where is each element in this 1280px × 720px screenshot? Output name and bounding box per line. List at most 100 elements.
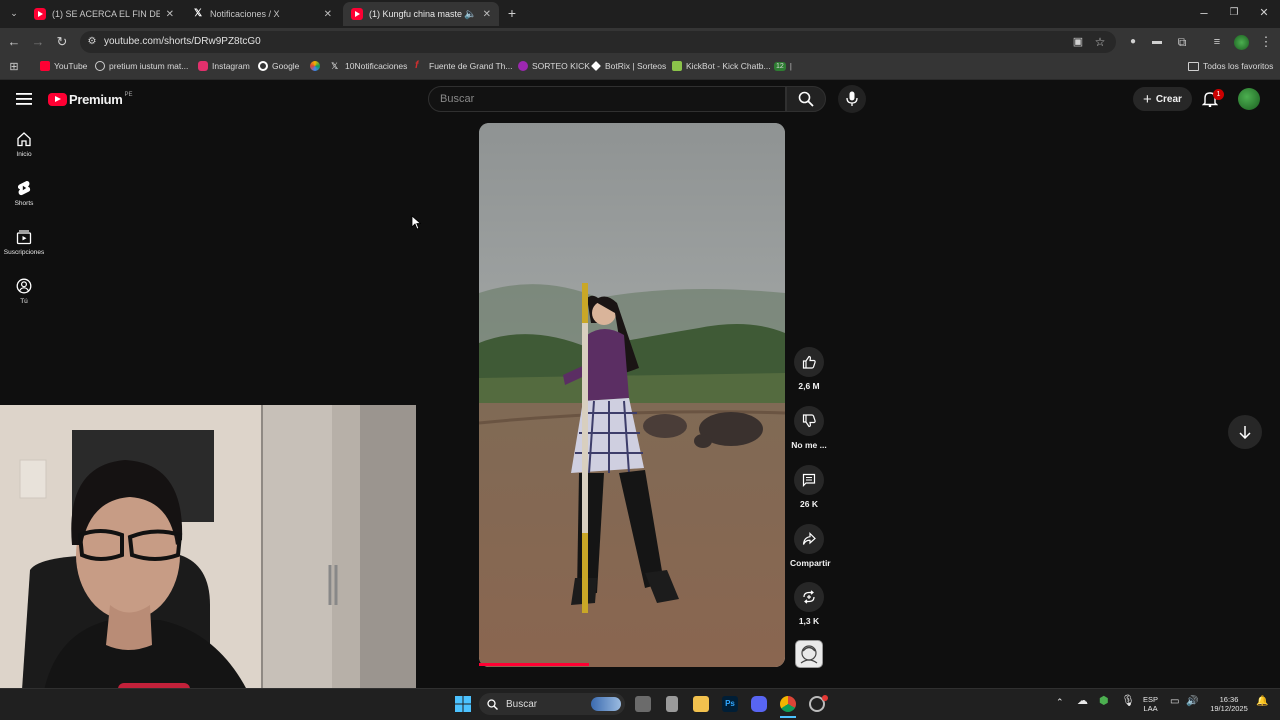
diamond-icon bbox=[591, 61, 601, 71]
window-close-icon[interactable]: ✕ bbox=[1256, 5, 1272, 21]
search-placeholder: Buscar bbox=[440, 93, 475, 105]
app-badge bbox=[822, 695, 828, 701]
discord-icon[interactable] bbox=[751, 696, 767, 712]
taskbar-search[interactable]: Buscar bbox=[479, 693, 625, 715]
bookmark-google[interactable]: Google bbox=[258, 61, 299, 71]
home-icon bbox=[17, 132, 31, 147]
youtube-premium-logo[interactable]: Premium PE bbox=[48, 92, 133, 107]
forward-icon[interactable]: → bbox=[30, 34, 46, 50]
microphone-tray-icon[interactable]: 🎙 bbox=[1121, 696, 1135, 707]
bookmark-label: Instagram bbox=[212, 61, 250, 71]
app-icon[interactable] bbox=[666, 696, 678, 712]
task-view-icon[interactable] bbox=[635, 696, 651, 712]
all-bookmarks[interactable]: Todos los favoritos bbox=[1188, 61, 1273, 71]
region-code: PE bbox=[124, 91, 133, 98]
sidebar-item-suscripciones[interactable]: Suscripciones bbox=[0, 229, 48, 256]
hamburger-menu-icon[interactable] bbox=[16, 92, 32, 111]
badge-icon: 12 bbox=[774, 61, 786, 71]
comment-count: 26 K bbox=[800, 499, 818, 509]
x-icon: 𝕏 bbox=[193, 8, 203, 19]
bookmark-x[interactable]: 𝕏 10Notificaciones bbox=[331, 61, 407, 71]
tray-chevron-icon[interactable]: ⌃ bbox=[1056, 698, 1064, 707]
tab-2[interactable]: 𝕏 Notificaciones / X ✕ bbox=[184, 2, 340, 26]
like-button[interactable]: 2,6 M bbox=[790, 347, 828, 391]
close-icon[interactable]: ✕ bbox=[166, 9, 174, 20]
close-icon[interactable]: ✕ bbox=[324, 9, 332, 20]
windows-start-icon[interactable] bbox=[455, 696, 471, 717]
bookmark-kickbot[interactable]: KickBot - Kick Chatb... bbox=[672, 61, 771, 71]
tab-search-icon[interactable]: ⌄ bbox=[6, 5, 22, 21]
clock[interactable]: 16:36 19/12/2025 bbox=[1206, 695, 1252, 713]
close-icon[interactable]: ✕ bbox=[483, 9, 491, 20]
onedrive-icon[interactable]: ☁ bbox=[1077, 696, 1088, 707]
voice-search-button[interactable] bbox=[838, 85, 866, 113]
photoshop-icon[interactable]: Ps bbox=[722, 696, 738, 712]
apps-grid-icon[interactable]: ⊞ bbox=[6, 59, 22, 75]
search-input[interactable] bbox=[428, 86, 786, 112]
share-button[interactable]: Compartir bbox=[790, 524, 831, 568]
search-icon bbox=[798, 91, 814, 107]
chrome-icon[interactable] bbox=[780, 696, 796, 712]
dislike-button[interactable]: No me ... bbox=[790, 406, 828, 450]
reload-icon[interactable]: ↻ bbox=[54, 34, 70, 50]
logo-text: Premium bbox=[69, 92, 123, 107]
thumbs-down-icon bbox=[802, 414, 816, 428]
cast-icon[interactable]: ▣ bbox=[1070, 34, 1086, 50]
account-avatar[interactable] bbox=[1238, 88, 1260, 110]
bookmark-sorteo-kick[interactable]: SORTEO KICK bbox=[518, 61, 590, 71]
comments-button[interactable]: 26 K bbox=[790, 465, 828, 509]
comment-icon bbox=[802, 473, 816, 487]
create-button[interactable]: + Crear bbox=[1133, 87, 1192, 111]
bookmark-botrix[interactable]: BotRix | Sorteos bbox=[591, 61, 666, 71]
notification-center-icon[interactable]: 🔔 bbox=[1256, 697, 1268, 707]
short-video-player[interactable] bbox=[479, 123, 785, 667]
back-icon[interactable]: ← bbox=[6, 34, 22, 50]
url-text[interactable]: youtube.com/shorts/DRw9PZ8tcG0 bbox=[104, 36, 261, 47]
sound-thumbnail[interactable] bbox=[795, 640, 823, 668]
remix-button[interactable]: 1,3 K bbox=[790, 582, 828, 626]
file-explorer-icon[interactable] bbox=[693, 696, 709, 712]
language-indicator[interactable]: ESP LAA bbox=[1143, 695, 1158, 713]
sidebar-item-tu[interactable]: Tú bbox=[0, 278, 48, 305]
bookmark-pinwheel[interactable] bbox=[310, 61, 324, 71]
tab-3-active[interactable]: (1) Kungfu china master 13 🔈 ✕ bbox=[343, 2, 499, 26]
sidebar-item-shorts[interactable]: Shorts bbox=[0, 180, 48, 207]
share-label: Compartir bbox=[790, 558, 831, 568]
media-icon[interactable]: ≡ bbox=[1209, 34, 1225, 50]
next-short-button[interactable] bbox=[1228, 415, 1262, 449]
bookmark-fuente[interactable]: f Fuente de Grand Th... bbox=[415, 61, 512, 72]
sidebar-item-inicio[interactable]: Inicio bbox=[0, 131, 48, 158]
search-highlight-icon bbox=[591, 697, 621, 711]
extension-icon[interactable]: ▬ bbox=[1149, 34, 1165, 50]
extension-icon[interactable]: ● bbox=[1125, 34, 1141, 50]
new-tab-icon[interactable]: + bbox=[504, 5, 520, 21]
bookmark-pretium[interactable]: pretium iustum mat... bbox=[95, 61, 188, 71]
subscriptions-icon bbox=[16, 230, 32, 245]
kick-icon bbox=[518, 61, 528, 71]
share-icon bbox=[802, 532, 816, 545]
volume-icon[interactable]: 🔊 bbox=[1186, 697, 1198, 707]
minimize-icon[interactable]: – bbox=[1196, 5, 1212, 21]
taskbar-search-label: Buscar bbox=[506, 698, 538, 710]
webcam-overlay bbox=[0, 405, 416, 720]
create-label: Crear bbox=[1155, 93, 1182, 105]
user-icon bbox=[16, 278, 32, 294]
bookmark-youtube[interactable]: YouTube bbox=[40, 61, 87, 71]
speaker-icon[interactable]: 🔈 bbox=[464, 9, 476, 20]
profile-avatar[interactable] bbox=[1234, 35, 1249, 50]
bookmark-badge[interactable]: 12 | bbox=[774, 61, 792, 71]
menu-dots-icon[interactable]: ⋮ bbox=[1258, 34, 1274, 50]
all-bookmarks-label: Todos los favoritos bbox=[1203, 61, 1274, 71]
tab-1[interactable]: (1) SE ACERCA EL FIN DE KICK! ✕ bbox=[26, 2, 182, 26]
active-app-indicator bbox=[780, 716, 796, 718]
bookmark-instagram[interactable]: Instagram bbox=[198, 61, 250, 71]
tray-app-icon[interactable]: ⬢ bbox=[1099, 696, 1109, 707]
video-progress-bar[interactable] bbox=[479, 663, 589, 666]
tab-strip: ⌄ (1) SE ACERCA EL FIN DE KICK! ✕ 𝕏 Noti… bbox=[0, 0, 1280, 28]
search-button[interactable] bbox=[786, 86, 826, 112]
bookmark-star-icon[interactable]: ☆ bbox=[1092, 34, 1108, 50]
puzzle-icon[interactable]: ⧉ bbox=[1174, 34, 1190, 50]
site-info-icon[interactable]: ⚙ bbox=[84, 34, 100, 50]
network-icon[interactable]: ▭ bbox=[1170, 697, 1179, 707]
restore-icon[interactable]: ❐ bbox=[1226, 5, 1242, 21]
